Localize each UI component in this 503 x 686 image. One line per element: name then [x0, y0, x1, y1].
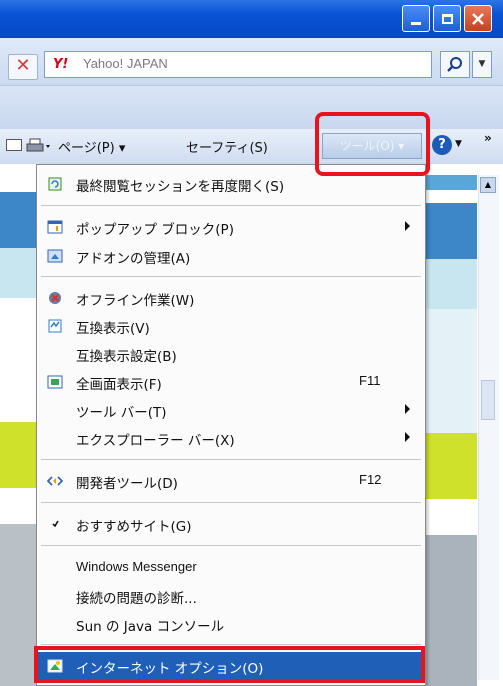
chevron-down-icon[interactable]: ▼ — [455, 139, 462, 149]
page-stripe — [0, 192, 40, 248]
stop-icon: ✕ — [15, 55, 31, 76]
maximize-icon — [441, 13, 453, 24]
title-bar — [0, 0, 503, 38]
scroll-thumb[interactable] — [481, 380, 495, 420]
menu-item-work-offline[interactable]: オフライン作業(W) — [37, 284, 425, 312]
menu-separator — [41, 276, 421, 277]
close-window-button[interactable] — [464, 5, 492, 32]
menu-item-suggested-sites[interactable]: おすすめサイト(G) — [37, 510, 425, 538]
chevron-down-icon: ▼ — [478, 59, 486, 69]
maximize-button[interactable] — [433, 5, 461, 32]
search-bar: ✕ Y! Yahoo! JAPAN ▼ — [0, 38, 503, 86]
page-content-right — [425, 175, 477, 686]
addons-icon — [47, 249, 63, 263]
checkmark-icon — [52, 520, 59, 528]
help-icon[interactable]: ? — [432, 135, 452, 155]
more-commands-button[interactable]: » — [484, 131, 492, 145]
mail-icon[interactable] — [6, 139, 22, 151]
printer-icon — [26, 138, 50, 152]
stop-button[interactable]: ✕ — [8, 54, 38, 80]
page-stripe — [0, 248, 40, 298]
menu-item-windows-messenger[interactable]: Windows Messenger — [37, 554, 425, 582]
fullscreen-icon — [47, 375, 63, 389]
menu-item-compat-view-settings[interactable]: 互換表示設定(B) — [37, 340, 425, 368]
minimize-button[interactable] — [402, 5, 430, 32]
submenu-arrow-icon — [405, 404, 410, 414]
tools-button-highlight — [315, 112, 430, 176]
scroll-up-button[interactable]: ▲ — [480, 177, 496, 193]
magnifier-icon — [447, 57, 462, 72]
menu-separator — [41, 644, 421, 645]
print-button[interactable] — [26, 138, 50, 154]
menu-separator — [41, 205, 421, 206]
yahoo-logo: Y! — [53, 57, 69, 72]
menu-item-fullscreen[interactable]: 全画面表示(F) F11 — [37, 368, 425, 396]
close-icon — [472, 12, 484, 25]
menu-separator — [41, 545, 421, 546]
search-options-dropdown[interactable]: ▼ — [472, 51, 492, 78]
popup-blocker-icon — [47, 220, 63, 234]
menu-item-popup-blocker[interactable]: ポップアップ ブロック(P) — [37, 213, 425, 241]
minimize-icon — [411, 22, 421, 25]
menu-item-developer-tools[interactable]: 開発者ツール(D) F12 — [37, 467, 425, 495]
menu-separator — [41, 502, 421, 503]
menu-item-diagnose-connection[interactable]: 接続の問題の診断... — [37, 582, 425, 610]
reopen-session-icon — [48, 177, 62, 191]
internet-options-highlight — [34, 646, 425, 683]
vertical-scrollbar[interactable] — [478, 175, 499, 680]
submenu-arrow-icon — [405, 221, 410, 231]
page-menu-button[interactable]: ページ(P) ▾ — [58, 137, 125, 156]
page-stripe — [0, 422, 40, 488]
menu-item-manage-addons[interactable]: アドオンの管理(A) — [37, 242, 425, 270]
menu-separator — [41, 459, 421, 460]
search-button[interactable] — [440, 51, 470, 78]
search-input[interactable]: Y! Yahoo! JAPAN — [44, 51, 432, 78]
compat-view-icon — [48, 319, 62, 333]
menu-item-toolbars[interactable]: ツール バー(T) — [37, 396, 425, 424]
submenu-arrow-icon — [405, 432, 410, 442]
menu-item-explorer-bars[interactable]: エクスプローラー バー(X) — [37, 424, 425, 452]
tools-dropdown-menu: 最終閲覧セッションを再度開く(S) ポップアップ ブロック(P) アドオンの管理… — [36, 164, 426, 686]
menu-item-java-console[interactable]: Sun の Java コンソール — [37, 610, 425, 638]
offline-icon — [49, 292, 61, 304]
menu-item-compat-view[interactable]: 互換表示(V) — [37, 312, 425, 340]
search-placeholder: Yahoo! JAPAN — [83, 56, 168, 71]
safety-menu-button[interactable]: セーフティ(S) — [186, 137, 268, 156]
developer-tools-icon — [47, 476, 63, 486]
